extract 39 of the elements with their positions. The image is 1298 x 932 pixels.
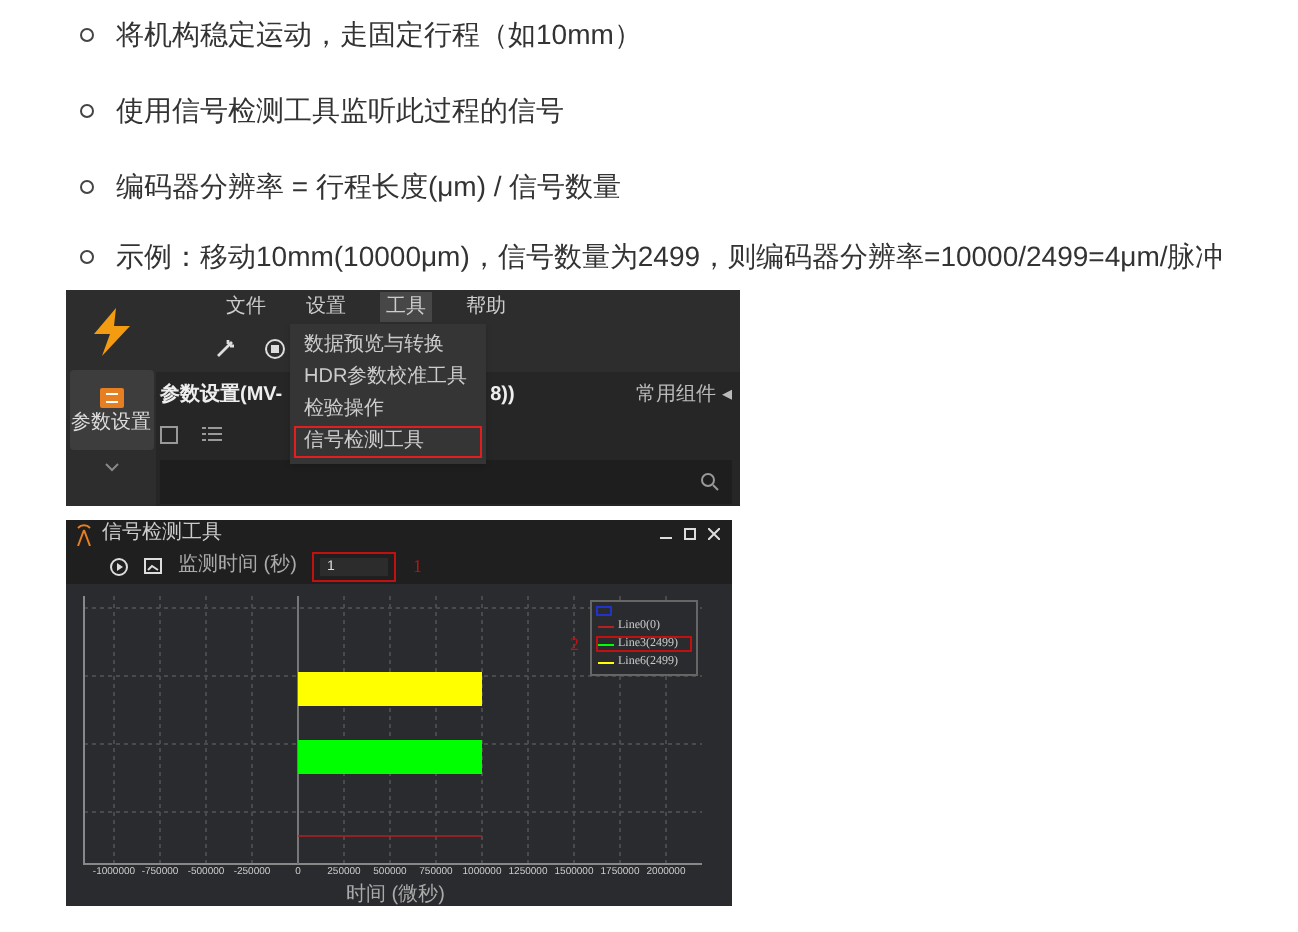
wand-icon bbox=[216, 338, 236, 358]
panel-title: 参数设置(MV- bbox=[160, 381, 283, 409]
image-icon bbox=[160, 425, 178, 443]
sidebar-item[interactable]: 参数设置 bbox=[69, 370, 153, 450]
menu-item[interactable]: 设置 bbox=[300, 292, 352, 322]
menu-option[interactable]: 检验操作 bbox=[294, 394, 482, 426]
bullet-icon bbox=[80, 27, 94, 41]
play-icon[interactable] bbox=[110, 557, 128, 575]
list-icon bbox=[202, 426, 222, 442]
callout-number: 2 bbox=[570, 636, 579, 654]
bullet-icon bbox=[80, 103, 94, 117]
list-text: 将机构稳定运动，走固定行程（如10mm） bbox=[116, 15, 642, 53]
field-label: 监测时间 (秒) bbox=[178, 556, 297, 576]
search-icon bbox=[700, 472, 720, 492]
callout-number: 1 bbox=[412, 557, 422, 575]
search-field[interactable] bbox=[160, 460, 732, 504]
list-text: 使用信号检测工具监听此过程的信号 bbox=[116, 91, 564, 129]
menu-option[interactable]: 信号检测工具 bbox=[294, 426, 482, 458]
antenna-icon bbox=[74, 523, 94, 545]
menu-item[interactable]: 文件 bbox=[220, 292, 272, 322]
list-text: 编码器分辨率 = 行程长度(μm) / 信号数量 bbox=[116, 167, 622, 206]
menu-option[interactable]: HDR参数校准工具 bbox=[294, 362, 482, 394]
panel-link[interactable]: 常用组件 ◂ bbox=[636, 379, 732, 409]
menu-option[interactable]: 数据预览与转换 bbox=[294, 330, 482, 362]
chevron-down-icon bbox=[103, 462, 119, 472]
menu-item[interactable]: 帮助 bbox=[460, 292, 512, 322]
close-icon[interactable] bbox=[708, 528, 720, 540]
stop-icon bbox=[264, 337, 286, 359]
window-title: 信号检测工具 bbox=[102, 524, 222, 544]
bullet-icon bbox=[80, 250, 94, 264]
image-icon[interactable] bbox=[144, 558, 162, 574]
bullet-icon bbox=[80, 179, 94, 193]
maximize-icon[interactable] bbox=[684, 528, 696, 540]
axis-label: 时间 (微秒) bbox=[346, 886, 445, 906]
list-text: 示例：移动10mm(10000μm)，信号数量为2499，则编码器分辨率=10000/2499=4μm/脉冲 bbox=[116, 238, 1224, 276]
panel-title: 8)) bbox=[490, 381, 515, 409]
menu-item[interactable]: 工具 bbox=[380, 292, 432, 322]
legend-box-icon bbox=[596, 606, 612, 616]
sliders-icon bbox=[97, 386, 125, 410]
